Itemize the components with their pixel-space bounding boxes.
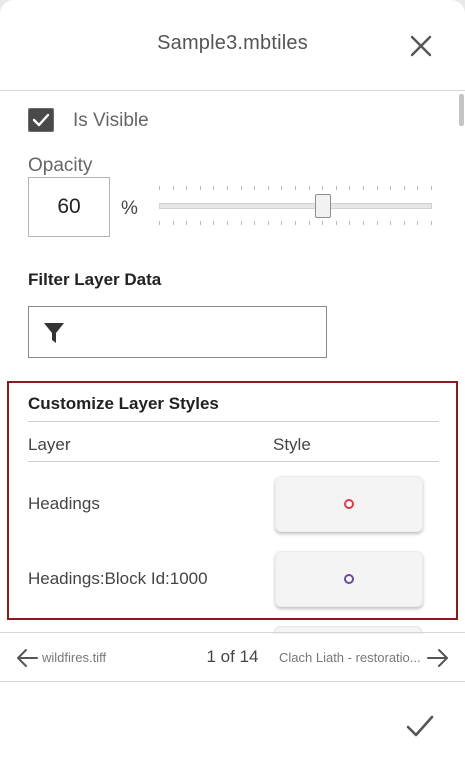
close-button[interactable] [405, 30, 437, 62]
layer-navigation: wildfires.tiff 1 of 14 Clach Liath - res… [0, 633, 465, 681]
panel-title: Sample3.mbtiles [157, 32, 308, 54]
slider-tick [200, 186, 201, 190]
slider-tick [227, 186, 228, 190]
slider-tick [254, 221, 255, 225]
slider-tick [213, 186, 214, 190]
header-divider [0, 90, 465, 91]
slider-tick [377, 186, 378, 190]
style-swatch-icon [344, 574, 354, 584]
slider-tick [431, 186, 432, 190]
slider-tick [417, 221, 418, 225]
slider-tick [431, 221, 432, 225]
layer-settings-panel: Sample3.mbtiles Is Visible Opacity 60 % … [0, 0, 465, 763]
slider-tick [322, 186, 323, 190]
slider-tick [159, 221, 160, 225]
slider-tick [390, 221, 391, 225]
opacity-label: Opacity [28, 155, 93, 176]
next-layer-button[interactable] [426, 647, 450, 669]
slider-ticks-top [159, 186, 432, 190]
arrow-right-icon [427, 649, 448, 667]
slider-thumb[interactable] [315, 194, 331, 218]
slider-ticks-bottom [159, 221, 432, 225]
visibility-checkbox[interactable] [28, 108, 54, 132]
slider-tick [377, 221, 378, 225]
slider-tick [363, 186, 364, 190]
filter-icon [44, 323, 64, 343]
slider-tick [254, 186, 255, 190]
slider-tick [309, 186, 310, 190]
slider-tick [241, 221, 242, 225]
slider-tick [173, 221, 174, 225]
customize-layer-styles: Customize Layer Styles Layer Style Headi… [7, 381, 458, 620]
slider-tick [159, 186, 160, 190]
close-icon [410, 35, 432, 57]
opacity-unit: % [121, 198, 138, 219]
slider-tick [322, 221, 323, 225]
scrollbar-thumb[interactable] [459, 94, 464, 126]
column-header-layer: Layer [28, 435, 71, 454]
style-swatch-icon [344, 499, 354, 509]
slider-tick [295, 221, 296, 225]
opacity-input[interactable]: 60 [28, 177, 110, 237]
layer-style-button[interactable] [275, 476, 423, 532]
layer-name: Headings:Block Id:1000 [28, 569, 208, 588]
confirm-button[interactable] [404, 712, 436, 740]
slider-tick [281, 186, 282, 190]
slider-tick [404, 221, 405, 225]
slider-tick [363, 221, 364, 225]
checkmark-icon [32, 113, 50, 127]
styles-divider [28, 421, 439, 422]
slider-tick [186, 186, 187, 190]
slider-tick [200, 221, 201, 225]
slider-tick [404, 186, 405, 190]
checkmark-icon [406, 715, 434, 737]
slider-tick [173, 186, 174, 190]
layer-name: Headings [28, 494, 100, 513]
slider-track [159, 203, 432, 209]
slider-tick [241, 186, 242, 190]
slider-tick [186, 221, 187, 225]
slider-tick [309, 221, 310, 225]
slider-tick [268, 221, 269, 225]
slider-tick [281, 221, 282, 225]
filter-input[interactable] [28, 306, 327, 358]
slider-tick [349, 221, 350, 225]
slider-tick [213, 221, 214, 225]
panel-footer [0, 682, 465, 763]
slider-tick [390, 186, 391, 190]
visibility-label: Is Visible [73, 110, 149, 131]
slider-tick [268, 186, 269, 190]
filter-heading: Filter Layer Data [28, 270, 162, 289]
styles-heading: Customize Layer Styles [28, 394, 219, 413]
header-row-divider [28, 461, 439, 462]
slider-tick [295, 186, 296, 190]
panel-header: Sample3.mbtiles [0, 0, 465, 90]
slider-tick [336, 221, 337, 225]
slider-tick [417, 186, 418, 190]
next-layer-name[interactable]: Clach Liath - restoratio... [279, 650, 421, 665]
opacity-slider[interactable] [159, 183, 432, 229]
slider-tick [336, 186, 337, 190]
slider-tick [227, 221, 228, 225]
layer-style-button[interactable] [275, 551, 423, 607]
column-header-style: Style [273, 435, 311, 454]
slider-tick [349, 186, 350, 190]
